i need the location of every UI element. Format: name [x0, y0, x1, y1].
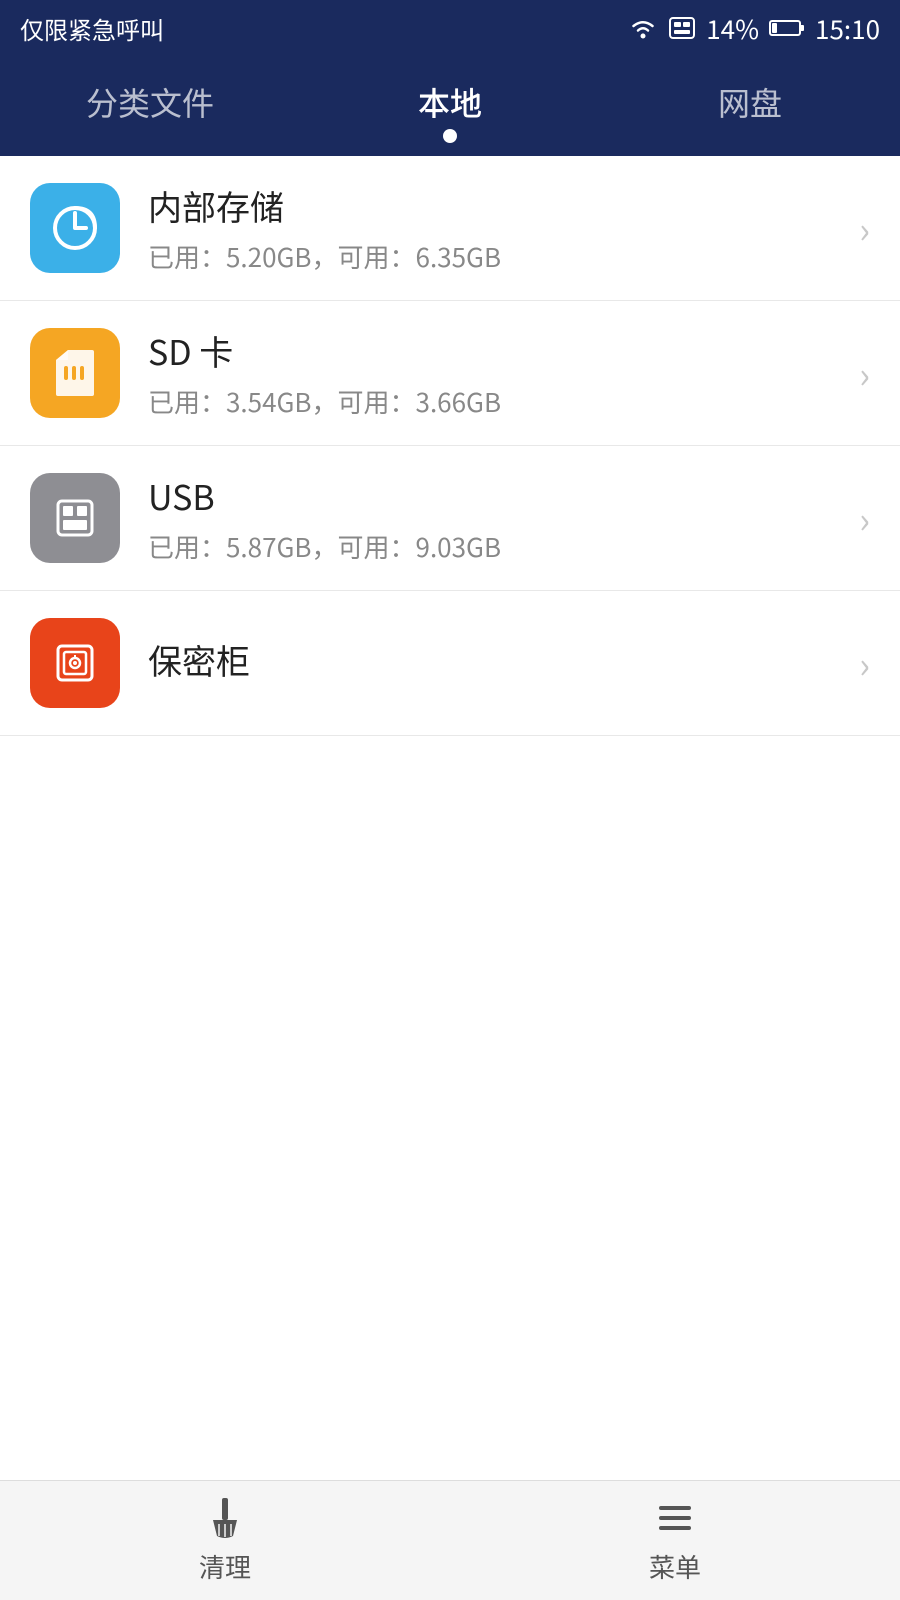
usb-subtitle: 已用：5.87GB，可用：9.03GB	[148, 528, 859, 565]
sd-card-icon	[30, 328, 120, 418]
bottom-nav-clean[interactable]: 清理	[0, 1481, 450, 1600]
clean-label: 清理	[199, 1548, 251, 1585]
internal-storage-title: 内部存储	[148, 181, 859, 230]
wifi-icon	[628, 17, 658, 39]
sd-card-text: SD 卡 已用：3.54GB，可用：3.66GB	[148, 326, 859, 420]
bottom-nav-menu[interactable]: 菜单	[450, 1481, 900, 1600]
battery-percent: 14%	[706, 10, 759, 47]
menu-label: 菜单	[649, 1548, 701, 1585]
sd-card-title: SD 卡	[148, 326, 859, 375]
tab-cloud-label: 网盘	[718, 79, 782, 125]
internal-storage-text: 内部存储 已用：5.20GB，可用：6.35GB	[148, 181, 859, 275]
menu-icon	[653, 1496, 697, 1540]
internal-storage-subtitle: 已用：5.20GB，可用：6.35GB	[148, 238, 859, 275]
internal-storage-item[interactable]: 内部存储 已用：5.20GB，可用：6.35GB ›	[0, 156, 900, 301]
tab-classify[interactable]: 分类文件	[0, 59, 300, 153]
emergency-text: 仅限紧急呼叫	[20, 11, 164, 46]
usb-item[interactable]: USB 已用：5.87GB，可用：9.03GB ›	[0, 446, 900, 591]
status-indicators: 14% 15:10	[628, 10, 880, 47]
vault-title: 保密柜	[148, 635, 859, 684]
tab-classify-label: 分类文件	[86, 79, 214, 125]
usb-icon	[30, 473, 120, 563]
vault-icon	[30, 618, 120, 708]
sd-card-item[interactable]: SD 卡 已用：3.54GB，可用：3.66GB ›	[0, 301, 900, 446]
battery-icon	[769, 18, 805, 38]
vault-text: 保密柜	[148, 635, 859, 692]
content-area: 内部存储 已用：5.20GB，可用：6.35GB › SD 卡 已用：3.54G…	[0, 156, 900, 1480]
tab-local[interactable]: 本地	[300, 59, 600, 153]
usb-text: USB 已用：5.87GB，可用：9.03GB	[148, 471, 859, 565]
sim-icon	[668, 16, 696, 40]
broom-icon	[203, 1496, 247, 1540]
bottom-nav: 清理 菜单	[0, 1480, 900, 1600]
vault-chevron: ›	[859, 637, 870, 689]
usb-title: USB	[148, 471, 859, 520]
vault-item[interactable]: 保密柜 ›	[0, 591, 900, 736]
status-bar: 仅限紧急呼叫 14%	[0, 0, 900, 56]
time-display: 15:10	[815, 10, 880, 47]
tab-bar: 分类文件 本地 网盘	[0, 56, 900, 156]
tab-local-label: 本地	[418, 79, 482, 125]
sd-card-subtitle: 已用：3.54GB，可用：3.66GB	[148, 383, 859, 420]
sd-card-chevron: ›	[859, 347, 870, 399]
usb-chevron: ›	[859, 492, 870, 544]
internal-storage-chevron: ›	[859, 202, 870, 254]
tab-cloud[interactable]: 网盘	[600, 59, 900, 153]
internal-storage-icon	[30, 183, 120, 273]
